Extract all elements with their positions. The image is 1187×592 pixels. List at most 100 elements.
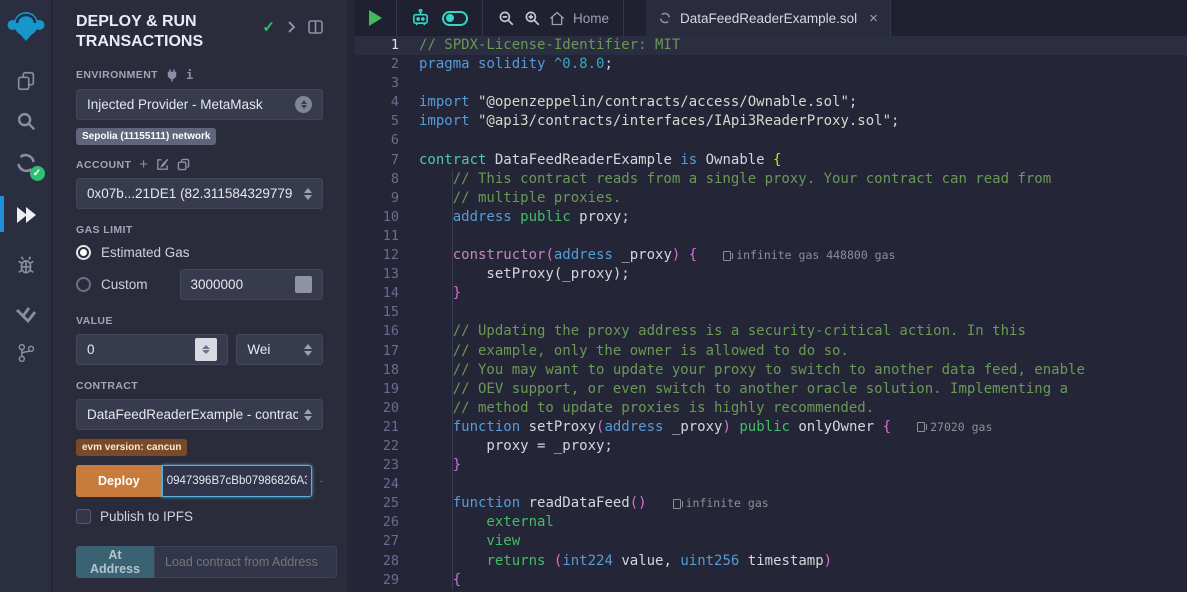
code-line[interactable]: 26 external — [355, 513, 1187, 532]
gas-estimate-annotation: infinite gas — [673, 494, 769, 513]
environment-toggle-icon[interactable] — [295, 96, 312, 113]
git-icon[interactable] — [13, 340, 39, 366]
home-label[interactable]: Home — [573, 11, 609, 26]
line-number: 23 — [355, 456, 399, 475]
estimated-gas-radio[interactable] — [76, 245, 91, 260]
code-line[interactable]: 20 // method to update proxies is highly… — [355, 399, 1187, 418]
line-number: 24 — [355, 475, 399, 494]
zoom-in-icon[interactable] — [523, 9, 541, 27]
line-number: 10 — [355, 208, 399, 227]
unit-select-arrows-icon — [304, 344, 312, 356]
code-line[interactable]: 15 — [355, 303, 1187, 322]
code-line[interactable]: 12 constructor(address _proxy) {infinite… — [355, 246, 1187, 265]
code-line[interactable]: 5import "@api3/contracts/interfaces/IApi… — [355, 112, 1187, 131]
code-line[interactable]: 29 { — [355, 571, 1187, 590]
panel-check-icon: ✓ — [262, 18, 275, 36]
code-line[interactable]: 16 // Updating the proxy address is a se… — [355, 322, 1187, 341]
gas-input-handle — [295, 276, 312, 293]
ipfs-label: Publish to IPFS — [100, 509, 193, 524]
code-line[interactable]: 24 — [355, 475, 1187, 494]
code-line[interactable]: 18 // You may want to update your proxy … — [355, 361, 1187, 380]
value-spinner[interactable] — [195, 338, 217, 361]
chevron-down-icon[interactable] — [320, 477, 323, 486]
gas-pump-icon — [917, 422, 925, 432]
info-icon[interactable]: i — [186, 68, 193, 82]
deploy-args-input[interactable] — [162, 465, 312, 497]
code-line[interactable]: 21 function setProxy(address _proxy) pub… — [355, 418, 1187, 437]
debugger-icon[interactable] — [13, 252, 39, 278]
solidity-compiler-icon[interactable]: ✓ — [13, 150, 39, 176]
code-line[interactable]: 25 function readDataFeed()infinite gas — [355, 494, 1187, 513]
estimated-gas-label: Estimated Gas — [101, 245, 190, 260]
code-lines: 1// SPDX-License-Identifier: MIT2pragma … — [355, 36, 1187, 592]
close-icon[interactable]: × — [869, 10, 878, 27]
custom-gas-radio[interactable] — [76, 277, 91, 292]
custom-gas-input[interactable]: 3000000 — [180, 269, 323, 300]
at-address-input[interactable] — [154, 546, 337, 578]
line-number: 3 — [355, 74, 399, 93]
active-plugin-indicator — [0, 196, 4, 232]
code-line[interactable]: 4import "@openzeppelin/contracts/access/… — [355, 93, 1187, 112]
line-number: 22 — [355, 437, 399, 456]
plug-icon[interactable] — [166, 69, 178, 82]
line-number: 2 — [355, 55, 399, 74]
code-line[interactable]: 6 — [355, 131, 1187, 150]
zoom-out-icon[interactable] — [497, 9, 515, 27]
code-line[interactable]: 9 // multiple proxies. — [355, 189, 1187, 208]
robot-icon[interactable] — [411, 9, 430, 27]
line-number: 16 — [355, 322, 399, 341]
contract-label: CONTRACT — [76, 380, 138, 392]
code-line[interactable]: 27 view — [355, 532, 1187, 551]
tab-datafeedreaderexample[interactable]: DataFeedReaderExample.sol × — [646, 0, 891, 36]
code-line[interactable]: 17 // example, only the owner is allowed… — [355, 342, 1187, 361]
play-icon[interactable] — [369, 10, 382, 26]
chevron-right-icon[interactable] — [287, 21, 296, 33]
value-input[interactable]: 0 — [76, 334, 228, 365]
compile-success-badge: ✓ — [30, 166, 45, 181]
line-number: 13 — [355, 265, 399, 284]
code-line[interactable]: 14 } — [355, 284, 1187, 303]
account-label: ACCOUNT — [76, 159, 131, 171]
code-line[interactable]: 11 — [355, 227, 1187, 246]
line-number: 8 — [355, 170, 399, 189]
value-unit-select[interactable]: Wei — [236, 334, 323, 365]
search-icon[interactable] — [13, 108, 39, 134]
code-line[interactable]: 10 address public proxy; — [355, 208, 1187, 227]
deploy-run-icon[interactable] — [13, 202, 39, 228]
line-number: 14 — [355, 284, 399, 303]
code-line[interactable]: 7contract DataFeedReaderExample is Ownab… — [355, 151, 1187, 170]
code-line[interactable]: 2pragma solidity ^0.8.0; — [355, 55, 1187, 74]
deploy-button[interactable]: Deploy — [76, 465, 162, 497]
code-line[interactable]: 13 setProxy(_proxy); — [355, 265, 1187, 284]
account-select[interactable]: 0x07b...21DE1 (82.311584329779 — [76, 178, 323, 209]
code-line[interactable]: 23 } — [355, 456, 1187, 475]
home-icon[interactable] — [549, 11, 565, 26]
static-analysis-icon[interactable] — [13, 300, 39, 326]
line-number: 26 — [355, 513, 399, 532]
code-line[interactable]: 28 returns (int224 value, uint256 timest… — [355, 552, 1187, 571]
line-number: 18 — [355, 361, 399, 380]
publish-ipfs-row[interactable]: Publish to IPFS — [76, 509, 323, 524]
remix-logo[interactable] — [4, 4, 48, 50]
deploy-run-panel: DEPLOY & RUN TRANSACTIONS ✓ ENVIRONMENT … — [52, 0, 355, 592]
ai-toggle[interactable] — [442, 11, 468, 26]
add-account-icon[interactable]: + — [139, 160, 148, 170]
at-address-button[interactable]: At Address — [76, 546, 154, 578]
code-line[interactable]: 22 proxy = _proxy; — [355, 437, 1187, 456]
copy-icon[interactable] — [177, 158, 190, 171]
code-editor[interactable]: 1// SPDX-License-Identifier: MIT2pragma … — [355, 36, 1187, 592]
line-number: 15 — [355, 303, 399, 322]
code-line[interactable]: 3 — [355, 74, 1187, 93]
pin-panel-icon[interactable] — [308, 20, 323, 34]
ipfs-checkbox[interactable] — [76, 509, 91, 524]
code-line[interactable]: 8 // This contract reads from a single p… — [355, 170, 1187, 189]
contract-select-arrows-icon — [304, 409, 312, 421]
environment-select[interactable]: Injected Provider - MetaMask — [76, 89, 323, 120]
line-number: 21 — [355, 418, 399, 437]
code-line[interactable]: 1// SPDX-License-Identifier: MIT — [355, 36, 1187, 55]
code-line[interactable]: 19 // OEV support, or even switch to ano… — [355, 380, 1187, 399]
contract-select[interactable]: DataFeedReaderExample - contracts — [76, 399, 323, 430]
custom-gas-label: Custom — [101, 277, 148, 292]
edit-icon[interactable] — [156, 158, 169, 171]
file-explorer-icon[interactable] — [13, 68, 39, 94]
